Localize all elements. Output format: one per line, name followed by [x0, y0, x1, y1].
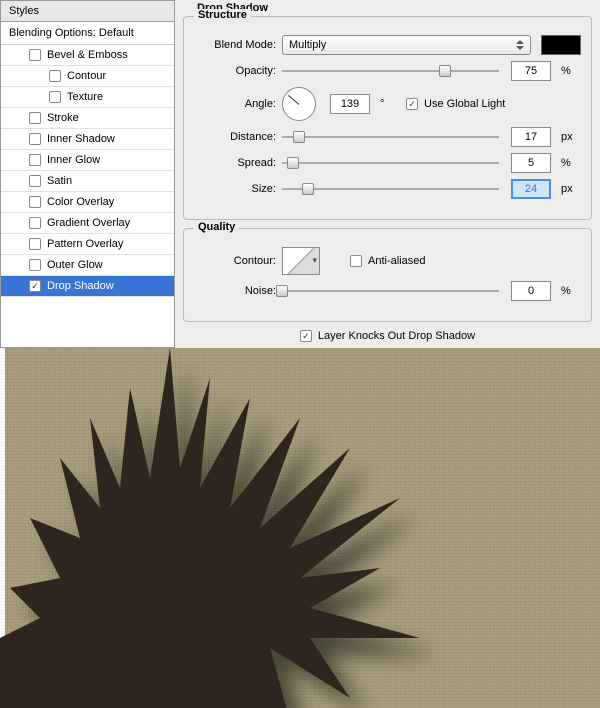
- global-light-label: Use Global Light: [424, 98, 505, 110]
- style-checkbox[interactable]: [29, 259, 41, 271]
- anti-aliased-label: Anti-aliased: [368, 255, 425, 267]
- anti-aliased-checkbox[interactable]: [350, 255, 362, 267]
- blend-mode-label: Blend Mode:: [194, 39, 276, 51]
- size-label: Size:: [194, 183, 276, 195]
- style-item-drop-shadow[interactable]: Drop Shadow: [1, 276, 174, 297]
- size-input[interactable]: 24: [511, 179, 551, 199]
- noise-slider[interactable]: [282, 283, 499, 299]
- style-checkbox[interactable]: [29, 112, 41, 124]
- blend-mode-select[interactable]: Multiply: [282, 35, 531, 55]
- style-label: Satin: [47, 175, 72, 187]
- spread-input[interactable]: 5: [511, 153, 551, 173]
- shadow-color-swatch[interactable]: [541, 35, 581, 55]
- size-slider[interactable]: [282, 181, 499, 197]
- contour-picker[interactable]: [282, 247, 320, 275]
- style-checkbox[interactable]: [29, 49, 41, 61]
- style-item-inner-shadow[interactable]: Inner Shadow: [1, 129, 174, 150]
- styles-header: Styles: [1, 1, 174, 22]
- opacity-label: Opacity:: [194, 65, 276, 77]
- style-item-gradient-overlay[interactable]: Gradient Overlay: [1, 213, 174, 234]
- style-checkbox[interactable]: [29, 217, 41, 229]
- angle-unit: °: [380, 98, 400, 110]
- style-checkbox[interactable]: [49, 91, 61, 103]
- distance-unit: px: [561, 131, 581, 143]
- style-checkbox[interactable]: [49, 70, 61, 82]
- effect-settings-panel: Drop Shadow Structure Blend Mode: Multip…: [175, 0, 600, 348]
- noise-input[interactable]: 0: [511, 281, 551, 301]
- style-label: Color Overlay: [47, 196, 114, 208]
- quality-legend: Quality: [194, 221, 239, 233]
- style-checkbox[interactable]: [29, 238, 41, 250]
- knockout-label: Layer Knocks Out Drop Shadow: [318, 330, 475, 342]
- blend-mode-value: Multiply: [289, 39, 326, 51]
- opacity-slider[interactable]: [282, 63, 499, 79]
- style-label: Inner Glow: [47, 154, 100, 166]
- distance-slider[interactable]: [282, 129, 499, 145]
- opacity-unit: %: [561, 65, 581, 77]
- style-item-contour[interactable]: Contour: [1, 66, 174, 87]
- style-item-bevel-emboss[interactable]: Bevel & Emboss: [1, 45, 174, 66]
- spread-slider[interactable]: [282, 155, 499, 171]
- blending-options[interactable]: Blending Options: Default: [1, 22, 174, 45]
- style-checkbox[interactable]: [29, 133, 41, 145]
- style-label: Stroke: [47, 112, 79, 124]
- style-label: Texture: [67, 91, 103, 103]
- tree-shape: [0, 348, 420, 708]
- style-label: Pattern Overlay: [47, 238, 123, 250]
- noise-label: Noise:: [194, 285, 276, 297]
- style-item-inner-glow[interactable]: Inner Glow: [1, 150, 174, 171]
- opacity-input[interactable]: 75: [511, 61, 551, 81]
- size-unit: px: [561, 183, 581, 195]
- style-label: Gradient Overlay: [47, 217, 130, 229]
- style-label: Bevel & Emboss: [47, 49, 128, 61]
- style-item-stroke[interactable]: Stroke: [1, 108, 174, 129]
- style-checkbox[interactable]: [29, 175, 41, 187]
- style-item-color-overlay[interactable]: Color Overlay: [1, 192, 174, 213]
- panel-title: Drop Shadow: [197, 2, 592, 14]
- angle-label: Angle:: [194, 98, 276, 110]
- style-label: Contour: [67, 70, 106, 82]
- global-light-checkbox[interactable]: [406, 98, 418, 110]
- noise-unit: %: [561, 285, 581, 297]
- style-checkbox[interactable]: [29, 154, 41, 166]
- style-item-pattern-overlay[interactable]: Pattern Overlay: [1, 234, 174, 255]
- distance-input[interactable]: 17: [511, 127, 551, 147]
- style-label: Outer Glow: [47, 259, 103, 271]
- styles-panel: Styles Blending Options: Default Bevel &…: [0, 0, 175, 348]
- knockout-checkbox[interactable]: [300, 330, 312, 342]
- angle-dial[interactable]: [282, 87, 316, 121]
- preview-canvas: [0, 348, 600, 708]
- structure-legend: Structure: [194, 9, 251, 21]
- contour-label: Contour:: [194, 255, 276, 267]
- style-item-satin[interactable]: Satin: [1, 171, 174, 192]
- style-item-outer-glow[interactable]: Outer Glow: [1, 255, 174, 276]
- style-label: Drop Shadow: [47, 280, 114, 292]
- style-label: Inner Shadow: [47, 133, 115, 145]
- style-checkbox[interactable]: [29, 196, 41, 208]
- spread-label: Spread:: [194, 157, 276, 169]
- quality-group: Quality Contour: Anti-aliased Noise: 0 %: [183, 228, 592, 322]
- spread-unit: %: [561, 157, 581, 169]
- structure-group: Structure Blend Mode: Multiply Opacity: …: [183, 16, 592, 220]
- style-item-texture[interactable]: Texture: [1, 87, 174, 108]
- angle-input[interactable]: 139: [330, 94, 370, 114]
- style-checkbox[interactable]: [29, 280, 41, 292]
- distance-label: Distance:: [194, 131, 276, 143]
